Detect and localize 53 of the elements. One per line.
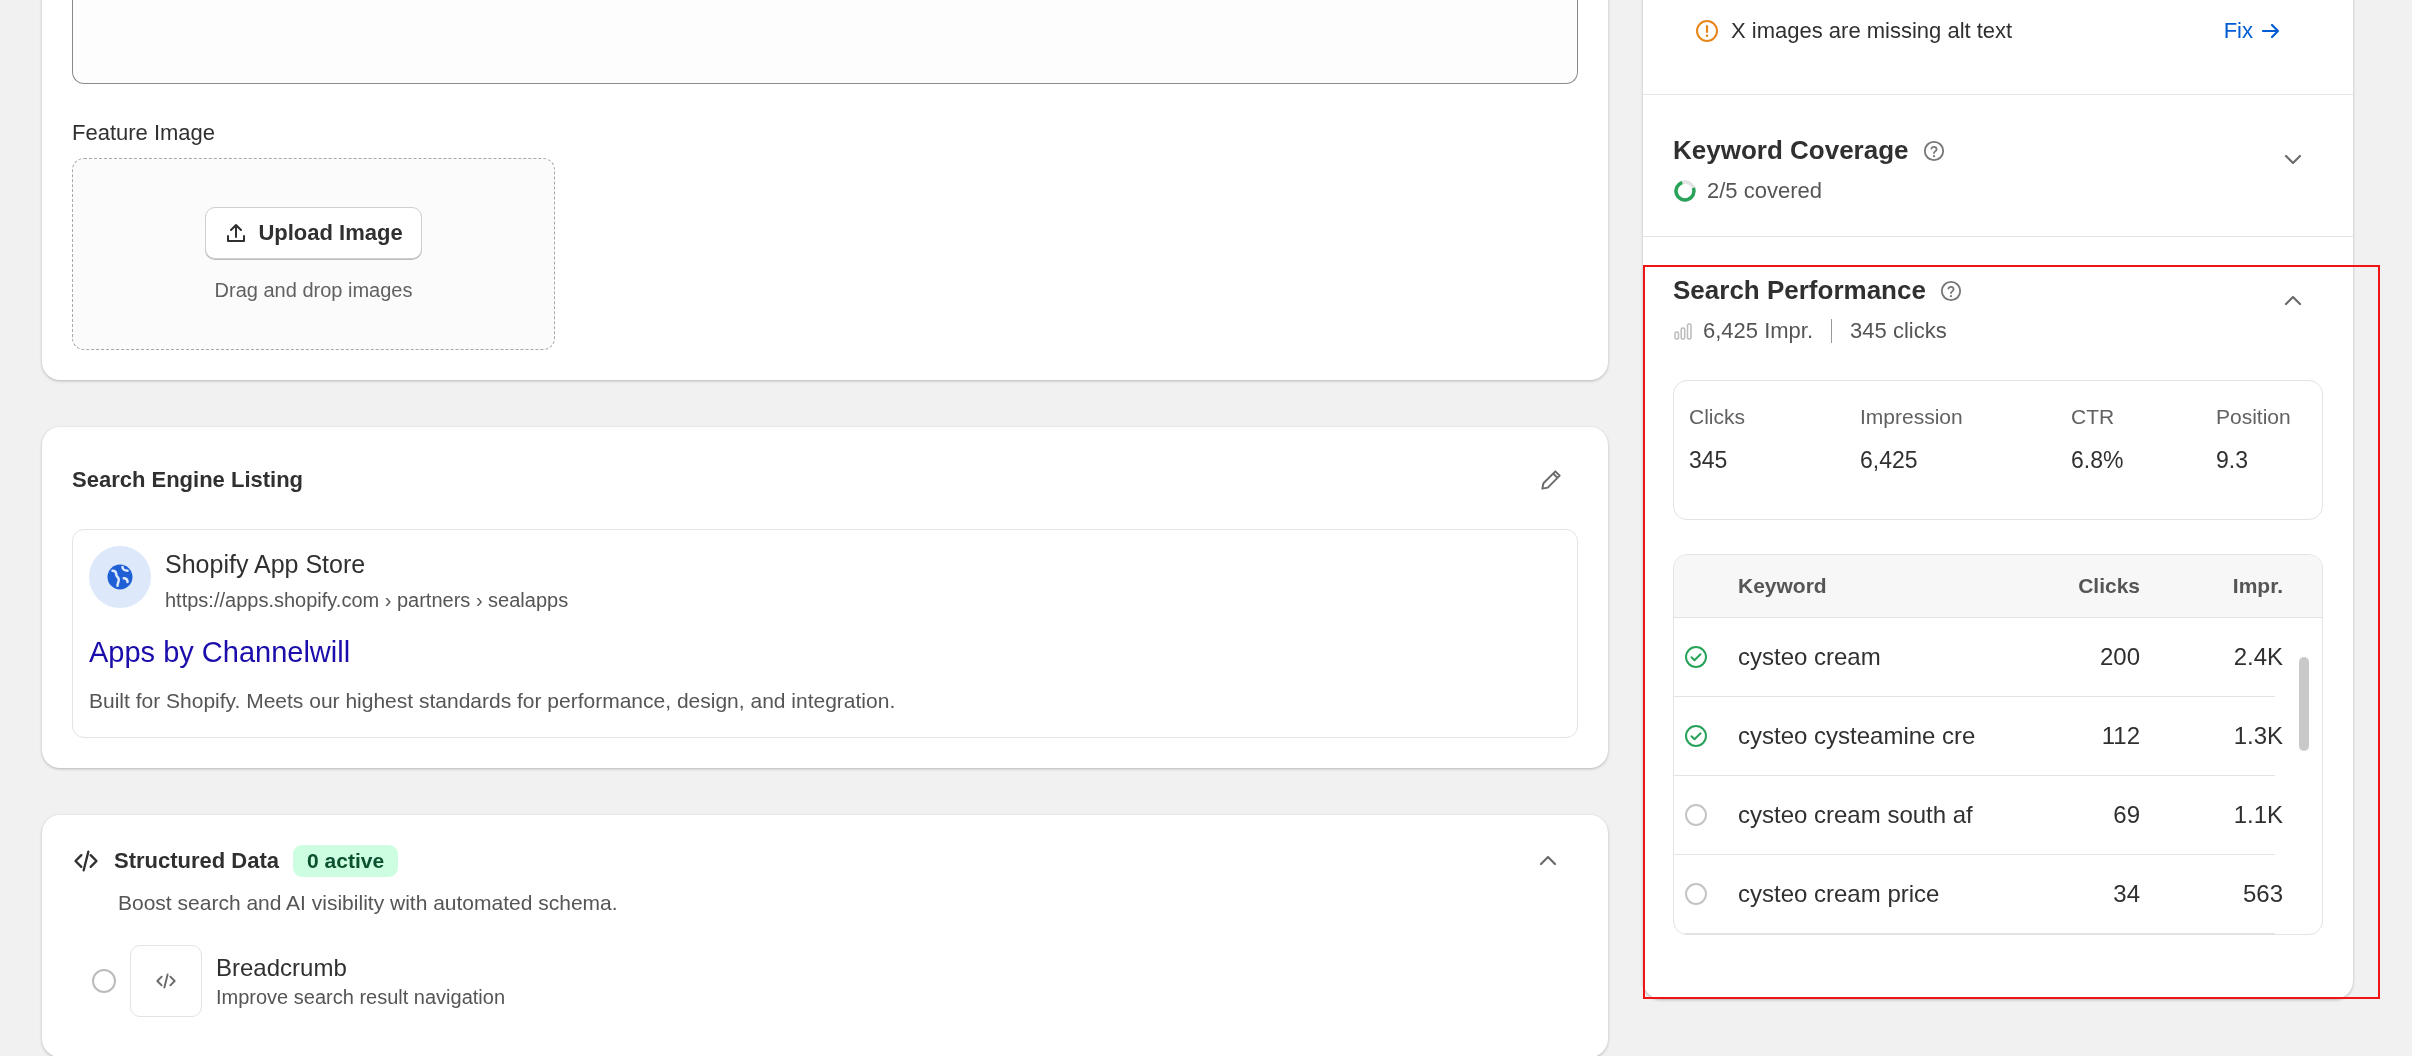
keyword-cell-text: cysteo cream price: [1738, 880, 1941, 908]
schema-name: Breadcrumb: [216, 953, 348, 982]
drag-drop-hint: Drag and drop images: [214, 278, 413, 302]
keyword-cell-text: cysteo cysteamine cre: [1738, 722, 1977, 750]
metric-value: 6,425: [1860, 447, 1919, 474]
column-header: Impr.: [2231, 574, 2283, 598]
clicks-cell-text: 34: [2112, 880, 2140, 908]
schema-description: Improve search result navigation: [216, 985, 506, 1009]
progress-ring: [1673, 179, 1697, 203]
scrollbar-thumb[interactable]: [2299, 657, 2309, 751]
code-icon: [130, 945, 202, 1017]
column-header: Keyword: [1738, 574, 1828, 598]
clicks-count: 345 clicks: [1850, 318, 1947, 344]
impressions-cell-text: 563: [2241, 880, 2283, 908]
section-title: Keyword Coverage: [1673, 135, 1909, 166]
column-header: Clicks: [2077, 574, 2140, 598]
impressions-cell-text: 2.4K: [2232, 643, 2283, 671]
alert-message: X images are missing alt text: [1731, 18, 2013, 44]
site-name: Shopify App Store: [165, 550, 367, 579]
impressions-cell-text: 1.1K: [2232, 801, 2283, 829]
impressions-cell-text: 1.3K: [2232, 722, 2283, 750]
status-badge: 0 active: [293, 845, 399, 877]
metric-value: 9.3: [2216, 447, 2249, 474]
fix-link[interactable]: Fix: [2223, 18, 2283, 44]
clicks-cell-text: 69: [2112, 801, 2140, 829]
help-icon[interactable]: [1922, 139, 1945, 162]
keyword-cell-text: cysteo cream south af: [1738, 801, 1974, 829]
radio-button[interactable]: [92, 969, 116, 993]
result-headline[interactable]: Apps by Channelwill: [89, 636, 1561, 669]
metric-label: CTR: [2071, 405, 2116, 429]
result-description: Built for Shopify. Meets our highest standards for performance, design, and integration.: [89, 689, 897, 713]
upload-image-button[interactable]: Upload Image: [205, 206, 422, 259]
pencil-icon[interactable]: [1538, 467, 1564, 493]
metric-label: Position: [2216, 405, 2292, 429]
impressions-count: 6,425 Impr.: [1703, 318, 1814, 344]
keyword-cell-text: cysteo cream: [1738, 643, 1882, 671]
feature-image-label: Feature Image: [72, 120, 217, 146]
section-title: Search Engine Listing: [72, 467, 304, 493]
metric-value: 345: [1689, 447, 1729, 474]
coverage-summary: 2/5 covered: [1707, 178, 1822, 204]
image-drop-zone[interactable]: Upload Image Drag and drop images: [72, 158, 555, 350]
section-title: Search Performance: [1673, 275, 1926, 306]
help-icon[interactable]: [1939, 279, 1962, 302]
clicks-cell-text: 200: [2098, 643, 2140, 671]
metric-value: 6.8%: [2071, 447, 2125, 474]
section-title: Structured Data: [114, 848, 280, 874]
section-subtitle: Boost search and AI visibility with automated schema.: [118, 891, 619, 915]
clicks-cell-text: 112: [2100, 722, 2140, 750]
site-url: https://apps.shopify.com › partners › sealapps: [165, 589, 569, 612]
warning-icon: [1695, 19, 1719, 43]
metric-label: Impression: [1860, 405, 1964, 429]
bar-chart-icon: [1673, 321, 1693, 341]
metric-label: Clicks: [1689, 405, 1746, 429]
